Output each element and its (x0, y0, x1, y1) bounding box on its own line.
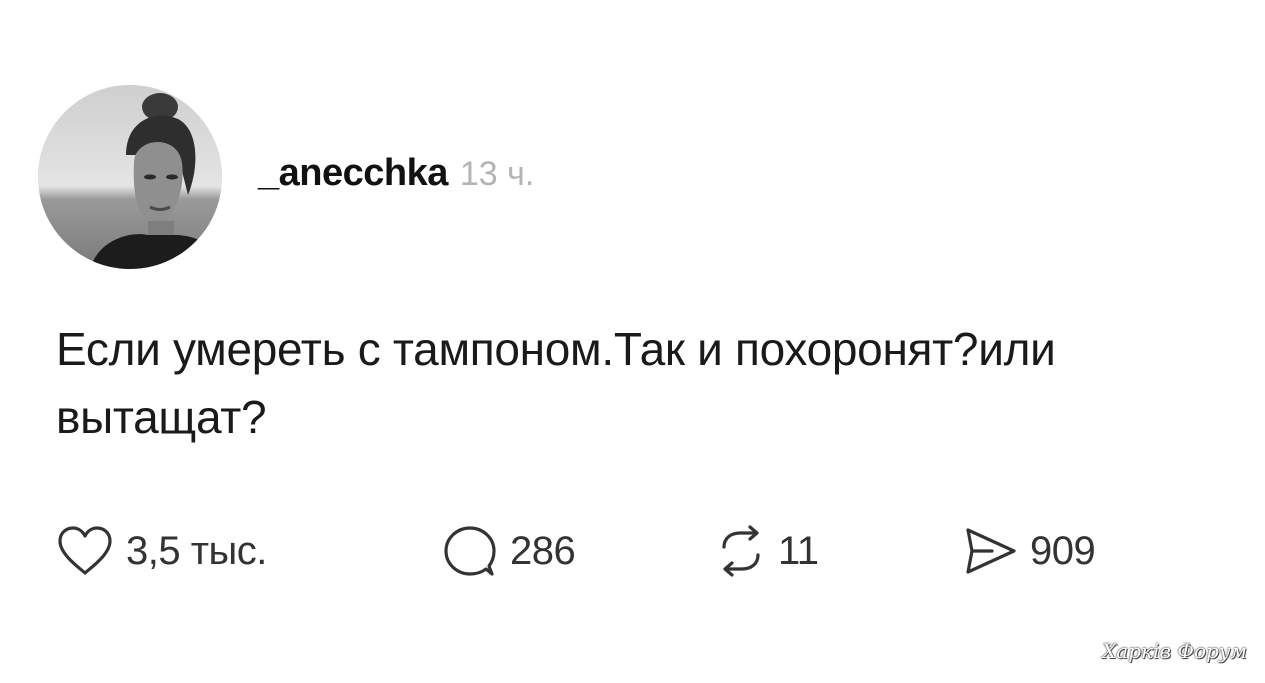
repost-button[interactable]: 11 (716, 522, 819, 580)
send-icon (962, 525, 1018, 577)
avatar[interactable] (38, 85, 222, 269)
share-button[interactable]: 909 (962, 522, 1096, 580)
like-count: 3,5 тыс. (126, 528, 267, 573)
avatar-photo (38, 85, 222, 269)
share-count: 909 (1030, 528, 1096, 573)
comment-bubble-icon (442, 523, 498, 579)
threads-post: _anecchka 13 ч. Если умереть с тампоном.… (0, 0, 1265, 683)
username[interactable]: _anecchka (258, 152, 448, 195)
post-body: Если умереть с тампоном.Так и похоронят?… (56, 323, 1056, 443)
comment-count: 286 (510, 528, 576, 573)
comment-button[interactable]: 286 (442, 522, 576, 580)
like-button[interactable]: 3,5 тыс. (56, 522, 267, 580)
repost-count: 11 (778, 528, 819, 573)
post-header: _anecchka 13 ч. (258, 152, 534, 195)
watermark: Харків Форум (1102, 639, 1247, 663)
timestamp: 13 ч. (459, 155, 535, 193)
heart-icon (56, 525, 114, 577)
repost-icon (716, 525, 766, 577)
action-bar: 3,5 тыс. 286 11 909 (56, 522, 1176, 580)
